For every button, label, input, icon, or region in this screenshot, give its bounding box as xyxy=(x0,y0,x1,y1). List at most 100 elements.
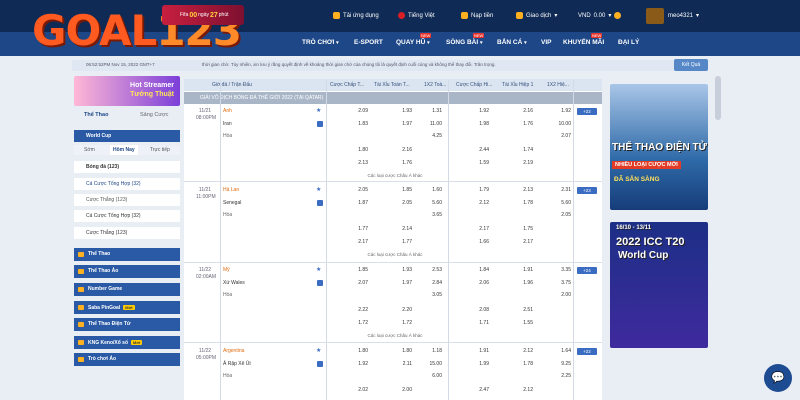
odd-value[interactable]: 1.18 xyxy=(426,348,442,354)
odd-value[interactable]: 2.17 xyxy=(352,239,368,245)
odd-value[interactable]: 1.55 xyxy=(517,320,533,326)
favorite-star-icon[interactable]: ★ xyxy=(316,347,321,354)
nav-promotions[interactable]: KHUYẾN MÃI xyxy=(563,39,604,46)
sidebar-saba-pingoal[interactable]: Saba PinGoal Mới xyxy=(74,301,180,314)
sidebar-sports[interactable]: Thể Thao xyxy=(74,248,180,261)
countdown-banner[interactable]: Fifa 00 ngày 27 phút xyxy=(162,5,244,25)
more-asian-bets-link[interactable]: Các loại cược Châu Á khác xyxy=(330,173,460,178)
odd-value[interactable]: 1.92 xyxy=(352,361,368,367)
odd-value[interactable]: 2.16 xyxy=(517,108,533,114)
odd-value[interactable]: 1.31 xyxy=(426,108,442,114)
sidebar-virtual-games[interactable]: Trò chơi Ảo xyxy=(74,353,180,366)
tv-icon[interactable] xyxy=(317,361,323,367)
odd-value[interactable]: 2.53 xyxy=(426,267,442,273)
odd-value[interactable]: 2.17 xyxy=(517,239,533,245)
esports-banner[interactable]: THỂ THAO ĐIỆN TỬ NHIỀU LOẠI CƯỢC MỚI ĐÃ … xyxy=(610,84,708,210)
odd-value[interactable]: 2.14 xyxy=(396,226,412,232)
nav-fishing[interactable]: BẮN CÁ ▾ xyxy=(497,39,527,46)
transactions-link[interactable]: Giao dịch ▾ xyxy=(516,12,557,19)
odd-value[interactable]: 1.78 xyxy=(517,361,533,367)
odd-value[interactable]: 2.17 xyxy=(473,226,489,232)
odd-value[interactable]: 2.51 xyxy=(517,307,533,313)
odd-value[interactable]: 1.80 xyxy=(396,348,412,354)
odd-value[interactable]: 11.00 xyxy=(426,121,442,127)
odd-value[interactable]: 2.00 xyxy=(396,387,412,393)
odd-value[interactable]: 2.20 xyxy=(396,307,412,313)
odd-value[interactable]: 1.93 xyxy=(396,108,412,114)
download-app-link[interactable]: Tải ứng dụng xyxy=(333,12,379,19)
tab-sports[interactable]: Thể Thao xyxy=(84,112,108,118)
odd-value[interactable]: 1.91 xyxy=(517,267,533,273)
odd-value[interactable]: 2.12 xyxy=(517,348,533,354)
odd-value[interactable]: 2.47 xyxy=(473,387,489,393)
odd-value[interactable]: 2.07 xyxy=(352,280,368,286)
odd-value[interactable]: 2.31 xyxy=(555,187,571,193)
more-markets-button[interactable]: +24 xyxy=(577,267,597,274)
odd-value[interactable]: 1.84 xyxy=(473,267,489,273)
odd-value[interactable]: 6.00 xyxy=(426,373,442,379)
odd-value[interactable]: 1.92 xyxy=(473,108,489,114)
odd-value[interactable]: 2.05 xyxy=(352,187,368,193)
odd-value[interactable]: 2.16 xyxy=(396,147,412,153)
odd-value[interactable]: 1.97 xyxy=(396,280,412,286)
odd-value[interactable]: 1.98 xyxy=(473,121,489,127)
odd-value[interactable]: 1.77 xyxy=(396,239,412,245)
odd-value[interactable]: 1.80 xyxy=(352,147,368,153)
tab-early[interactable]: Sớm xyxy=(84,147,95,153)
language-select[interactable]: Tiếng Việt xyxy=(398,12,435,19)
tab-live[interactable]: Trực tiếp xyxy=(150,147,170,153)
odd-value[interactable]: 2.00 xyxy=(555,292,571,298)
odd-value[interactable]: 1.79 xyxy=(473,187,489,193)
more-asian-bets-link[interactable]: Các loại cược Châu Á khác xyxy=(330,252,460,257)
odd-value[interactable]: 9.25 xyxy=(555,361,571,367)
odd-value[interactable]: 2.02 xyxy=(352,387,368,393)
odd-value[interactable]: 1.59 xyxy=(473,160,489,166)
tab-bets[interactable]: Sảng Cược xyxy=(140,112,168,118)
odd-value[interactable]: 1.75 xyxy=(517,226,533,232)
odd-value[interactable]: 3.35 xyxy=(555,267,571,273)
tv-icon[interactable] xyxy=(317,280,323,286)
odd-value[interactable]: 2.06 xyxy=(473,280,489,286)
more-markets-button[interactable]: +22 xyxy=(577,348,597,355)
odd-value[interactable]: 1.92 xyxy=(555,108,571,114)
nav-games[interactable]: TRÒ CHƠI ▾ xyxy=(302,39,339,46)
tv-icon[interactable] xyxy=(317,200,323,206)
odd-value[interactable]: 1.87 xyxy=(352,200,368,206)
favorite-star-icon[interactable]: ★ xyxy=(316,266,321,273)
vip-badge[interactable] xyxy=(646,8,664,24)
sidebar-item-football[interactable]: Bóng đá (123) xyxy=(74,161,180,173)
odd-value[interactable]: 4.25 xyxy=(426,133,442,139)
odd-value[interactable]: 1.77 xyxy=(352,226,368,232)
nav-slots[interactable]: QUAY HŨ ▾ xyxy=(396,39,430,46)
odd-value[interactable]: 1.99 xyxy=(473,361,489,367)
sidebar-item-win[interactable]: Cược Thắng (123) xyxy=(74,194,180,206)
sidebar-esports[interactable]: Thể Thao Điện Tử xyxy=(74,318,180,331)
odd-value[interactable]: 3.75 xyxy=(555,280,571,286)
odd-value[interactable]: 1.97 xyxy=(396,121,412,127)
odd-value[interactable]: 3.05 xyxy=(426,292,442,298)
chat-button[interactable]: 💬 xyxy=(764,364,792,392)
odd-value[interactable]: 2.08 xyxy=(473,307,489,313)
odd-value[interactable]: 2.22 xyxy=(352,307,368,313)
odd-value[interactable]: 1.76 xyxy=(396,160,412,166)
sidebar-keno[interactable]: KNG Keno/Xổ số Mới xyxy=(74,336,180,349)
odd-value[interactable]: 2.19 xyxy=(517,160,533,166)
odd-value[interactable]: 2.11 xyxy=(396,361,412,367)
odd-value[interactable]: 1.60 xyxy=(426,187,442,193)
tv-icon[interactable] xyxy=(317,121,323,127)
odd-value[interactable]: 1.64 xyxy=(555,348,571,354)
sidebar-item-win-2[interactable]: Cược Thắng (123) xyxy=(74,227,180,239)
odd-value[interactable]: 1.93 xyxy=(396,267,412,273)
scrollbar[interactable] xyxy=(715,76,721,120)
odd-value[interactable]: 1.85 xyxy=(352,267,368,273)
sidebar-virtual-sports[interactable]: Thể Thao Ảo xyxy=(74,265,180,278)
nav-vip[interactable]: VIP xyxy=(541,39,551,46)
balance-display[interactable]: VND 0.00 ▾ xyxy=(578,12,622,19)
more-markets-button[interactable]: +23 xyxy=(577,187,597,194)
nav-esport[interactable]: E-SPORT xyxy=(354,39,383,46)
odd-value[interactable]: 1.71 xyxy=(473,320,489,326)
odd-value[interactable]: 2.13 xyxy=(517,187,533,193)
deposit-link[interactable]: Nạp tiền xyxy=(461,12,493,19)
more-markets-button[interactable]: +22 xyxy=(577,108,597,115)
favorite-star-icon[interactable]: ★ xyxy=(316,186,321,193)
